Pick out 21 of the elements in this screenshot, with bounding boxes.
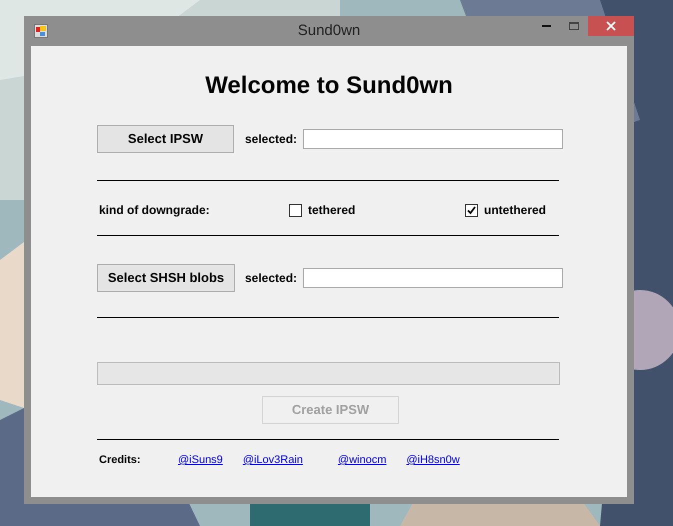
credit-link[interactable]: @iH8sn0w — [406, 452, 460, 468]
field-label: selected: — [245, 131, 298, 148]
field-label: kind of downgrade: — [98, 202, 211, 219]
input-field[interactable] — [303, 268, 563, 288]
field-label: selected: — [245, 270, 298, 287]
checkbox[interactable] — [465, 204, 478, 216]
close-icon — [606, 21, 616, 31]
checkbox[interactable] — [289, 204, 302, 216]
close-button[interactable] — [588, 16, 634, 36]
credit-link[interactable]: @iSuns9 — [178, 452, 223, 468]
select-shsh-button[interactable]: Select SHSH blobs — [97, 264, 235, 292]
select-ipsw-button[interactable]: Select IPSW — [97, 125, 234, 153]
input-field[interactable] — [303, 129, 563, 149]
checkbox-label: untethered — [484, 202, 546, 219]
credit-link[interactable]: @iLov3Rain — [242, 452, 303, 468]
credits-label: Credits: — [98, 453, 142, 468]
credit-link[interactable]: @winocm — [338, 452, 386, 468]
app-heading: Welcome to Sund0wn — [204, 71, 454, 101]
window-title: Sund0wn — [298, 20, 360, 41]
checkbox-label: tethered — [308, 202, 356, 219]
app-icon — [34, 24, 48, 38]
